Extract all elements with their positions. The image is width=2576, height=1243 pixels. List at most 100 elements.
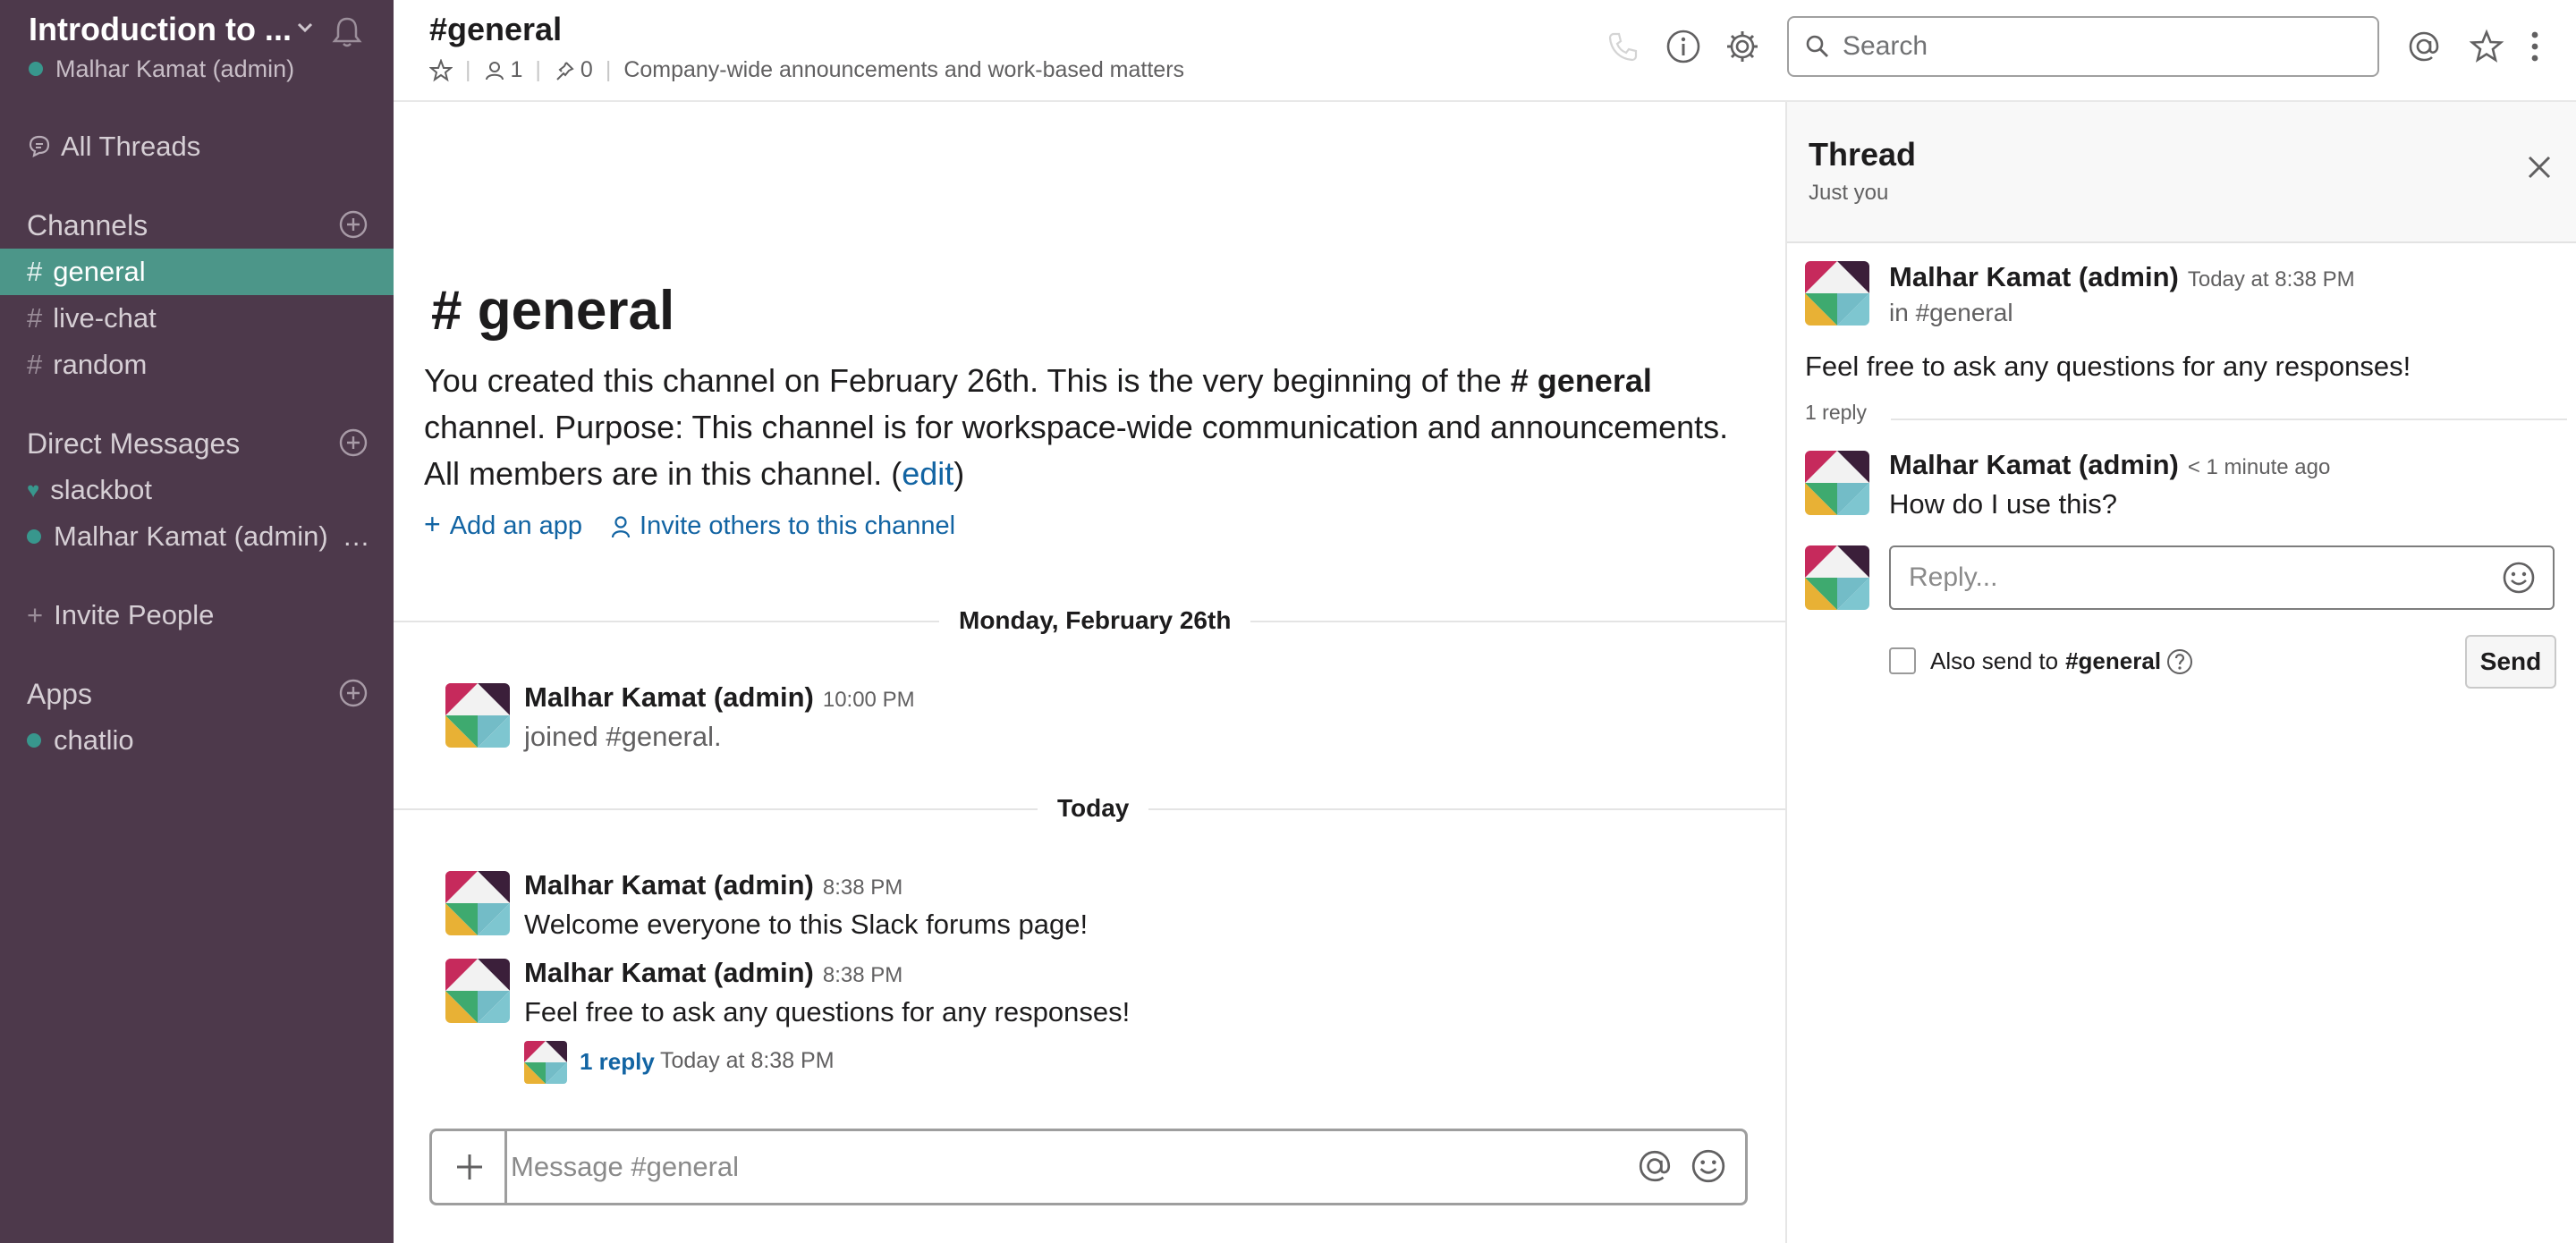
message-author[interactable]: Malhar Kamat (admin) [1889,261,2179,292]
intro-text-part: ) [953,455,965,492]
edit-purpose-link[interactable]: edit [902,455,953,492]
message-time[interactable]: 10:00 PM [823,688,915,712]
message-author[interactable]: Malhar Kamat (admin) [524,869,814,901]
close-icon[interactable] [2526,154,2553,181]
heart-icon: ♥ [27,478,40,503]
channel-label: random [53,349,148,380]
pin-icon[interactable] [554,60,575,81]
message-time[interactable]: 8:38 PM [823,963,902,987]
avatar[interactable] [1805,545,1869,610]
apps-heading[interactable]: Apps [27,678,92,711]
sidebar-item-slackbot[interactable]: ♥ slackbot [0,467,394,513]
gear-icon[interactable] [1724,29,1760,64]
mentions-icon[interactable] [2406,29,2442,64]
add-app-link[interactable]: Add an app [450,512,582,541]
dm-label: Malhar Kamat (admin) [54,520,328,552]
sidebar-item-live-chat[interactable]: # live-chat [0,295,394,342]
intro-channel-ref[interactable]: # general [1511,362,1652,399]
hash-icon: # [27,302,43,334]
message-time[interactable]: Today at 8:38 PM [2188,267,2355,292]
avatar[interactable] [1805,261,1869,326]
person-icon [611,515,631,538]
emoji-icon[interactable] [2501,560,2537,596]
message-input[interactable] [511,1131,1638,1203]
more-vertical-icon[interactable] [2528,29,2542,64]
thread-parent-text: Feel free to ask any questions for any r… [1805,351,2411,382]
day-label: Monday, February 26th [939,606,1251,635]
thread-panel: Thread Just you Malhar Kamat (admin) Toda… [1785,102,2576,1243]
also-send-label: Also send to #general [1930,647,2193,675]
workspace-name[interactable]: Introduction to ... [29,11,292,48]
current-user[interactable]: Malhar Kamat (admin) [29,55,294,83]
message-text: Welcome everyone to this Slack forums pa… [524,909,1089,940]
pin-count[interactable]: 0 [580,57,593,83]
sidebar-item-random[interactable]: # random [0,342,394,388]
search-input[interactable] [1787,16,2379,77]
presence-dot [27,732,41,748]
channel-title[interactable]: #general [429,11,562,48]
add-channel-icon[interactable] [338,209,369,240]
more-icon: … [342,520,370,552]
also-send-checkbox[interactable] [1889,647,1916,674]
add-app-icon[interactable] [338,678,369,708]
channels-heading[interactable]: Channels [27,209,148,242]
intro-text-part: You created this channel on February 26t… [424,362,1511,399]
reply-count-link[interactable]: 1 reply [580,1048,655,1076]
avatar[interactable] [445,871,510,935]
intro-text-part: channel. Purpose: This channel is for wo… [424,409,1729,492]
search-box [1787,16,2379,77]
message-header: Malhar Kamat (admin) 8:38 PM [524,957,902,989]
thread-channel[interactable]: in #general [1889,299,2013,327]
sidebar-item-all-threads[interactable]: All Threads [0,123,394,170]
channel-intro-text: You created this channel on February 26t… [424,358,1748,497]
add-dm-icon[interactable] [338,427,369,458]
intro-actions: + Add an app Invite others to this chann… [424,508,955,541]
send-button[interactable]: Send [2465,635,2556,689]
attach-button[interactable] [432,1131,507,1203]
member-icon[interactable] [484,60,505,81]
also-send-prefix: Also send to [1930,647,2059,674]
avatar[interactable] [445,959,510,1023]
sidebar-item-chatlio[interactable]: chatlio [0,717,394,764]
reply-time: Today at 8:38 PM [660,1048,835,1073]
phone-icon[interactable] [1606,30,1639,63]
member-count[interactable]: 1 [511,57,523,83]
chevron-down-icon[interactable] [295,18,315,38]
thread-parent-header: Malhar Kamat (admin) Today at 8:38 PM [1889,261,2355,293]
reply-input[interactable] [1889,545,2555,610]
message-header: Malhar Kamat (admin) 8:38 PM [524,869,902,901]
message-author[interactable]: Malhar Kamat (admin) [524,957,814,988]
search-icon [1805,34,1830,59]
sidebar-item-malhar-kamat[interactable]: Malhar Kamat (admin) … [0,513,394,560]
emoji-icon[interactable] [1690,1147,1727,1185]
message-author[interactable]: Malhar Kamat (admin) [1889,449,2179,480]
info-icon[interactable] [1665,29,1701,64]
channel-label: live-chat [53,302,157,334]
plus-icon: + [424,508,441,540]
mention-icon[interactable] [1636,1147,1674,1185]
direct-messages-heading[interactable]: Direct Messages [27,427,240,461]
sidebar-item-general[interactable]: # general [0,249,394,295]
avatar[interactable] [1805,451,1869,515]
separator: | [465,57,471,82]
invite-people-link[interactable]: + Invite People [0,592,394,638]
message-time[interactable]: < 1 minute ago [2188,455,2330,479]
star-icon[interactable] [429,58,453,82]
all-threads-label: All Threads [61,131,201,162]
help-icon[interactable] [2166,648,2193,675]
thread-subtitle: Just you [1809,181,1889,205]
plus-icon [457,1154,482,1180]
channel-topic[interactable]: Company-wide announcements and work-base… [623,57,1184,83]
avatar[interactable] [445,683,510,748]
invite-others-link[interactable]: Invite others to this channel [640,512,955,541]
message-author[interactable]: Malhar Kamat (admin) [524,681,814,713]
bell-icon[interactable] [329,14,365,50]
thread-reply-header: Malhar Kamat (admin) < 1 minute ago [1889,449,2330,481]
presence-dot [27,528,41,544]
app-label: chatlio [54,724,134,756]
starred-icon[interactable] [2469,29,2504,64]
dm-label: slackbot [50,474,152,505]
reply-avatar[interactable] [524,1041,567,1084]
sidebar: Introduction to ... Malhar Kamat (admin)… [0,0,394,1243]
message-time[interactable]: 8:38 PM [823,875,902,900]
